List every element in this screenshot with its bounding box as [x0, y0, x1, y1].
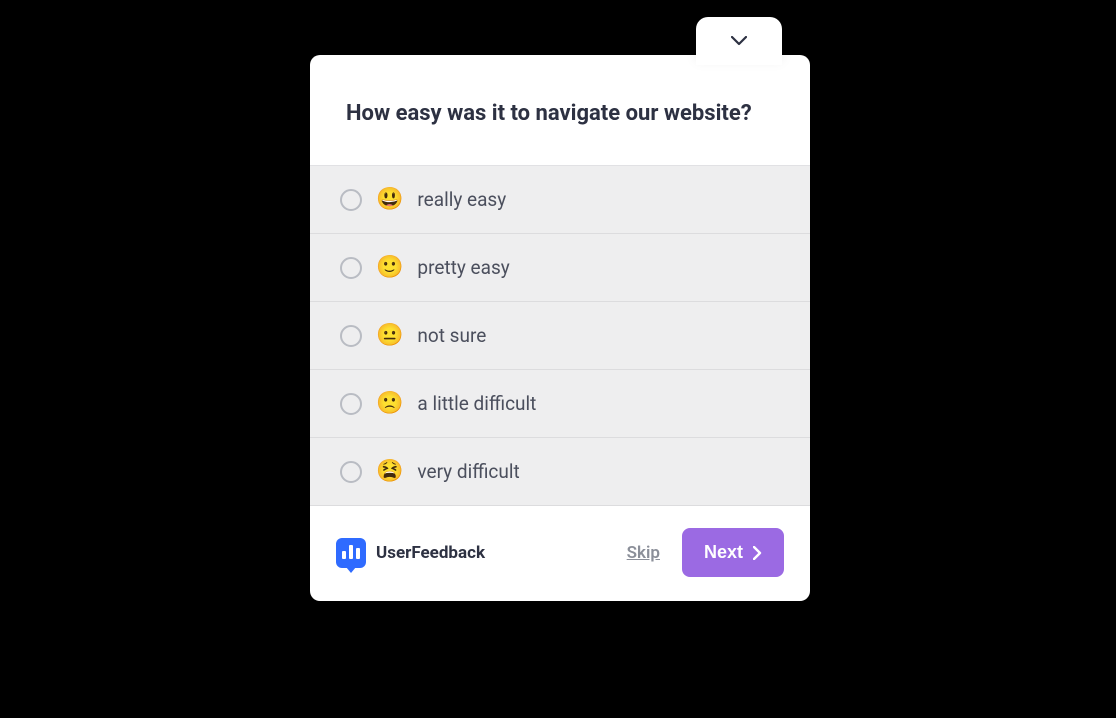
option-label: a little difficult: [417, 392, 536, 415]
emoji-icon: 🙂: [376, 257, 403, 279]
chevron-down-icon: [731, 36, 747, 46]
option-label: not sure: [417, 324, 486, 347]
emoji-icon: 😫: [376, 461, 403, 483]
radio-icon: [340, 461, 362, 483]
options-list: 😃 really easy 🙂 pretty easy 😐 not sure 🙁…: [310, 165, 810, 506]
option-label: very difficult: [417, 460, 519, 483]
question-text: How easy was it to navigate our website?: [346, 97, 774, 131]
option-very-difficult[interactable]: 😫 very difficult: [310, 438, 810, 506]
minimize-tab[interactable]: [696, 17, 782, 65]
emoji-icon: 🙁: [376, 393, 403, 415]
option-a-little-difficult[interactable]: 🙁 a little difficult: [310, 370, 810, 438]
next-button-label: Next: [704, 542, 743, 563]
option-label: pretty easy: [417, 256, 509, 279]
option-label: really easy: [417, 188, 506, 211]
question-block: How easy was it to navigate our website?: [310, 55, 810, 165]
skip-link[interactable]: Skip: [627, 543, 660, 563]
option-really-easy[interactable]: 😃 really easy: [310, 166, 810, 234]
radio-icon: [340, 393, 362, 415]
emoji-icon: 😃: [376, 189, 403, 211]
brand-name: UserFeedback: [376, 543, 485, 563]
footer-actions: Skip Next: [627, 528, 784, 577]
userfeedback-logo-icon: [336, 538, 366, 568]
brand: UserFeedback: [336, 538, 485, 568]
survey-widget: How easy was it to navigate our website?…: [310, 55, 810, 601]
widget-footer: UserFeedback Skip Next: [310, 506, 810, 601]
option-pretty-easy[interactable]: 🙂 pretty easy: [310, 234, 810, 302]
radio-icon: [340, 257, 362, 279]
radio-icon: [340, 189, 362, 211]
next-button[interactable]: Next: [682, 528, 784, 577]
chevron-right-icon: [753, 546, 762, 560]
radio-icon: [340, 325, 362, 347]
option-not-sure[interactable]: 😐 not sure: [310, 302, 810, 370]
emoji-icon: 😐: [376, 325, 403, 347]
